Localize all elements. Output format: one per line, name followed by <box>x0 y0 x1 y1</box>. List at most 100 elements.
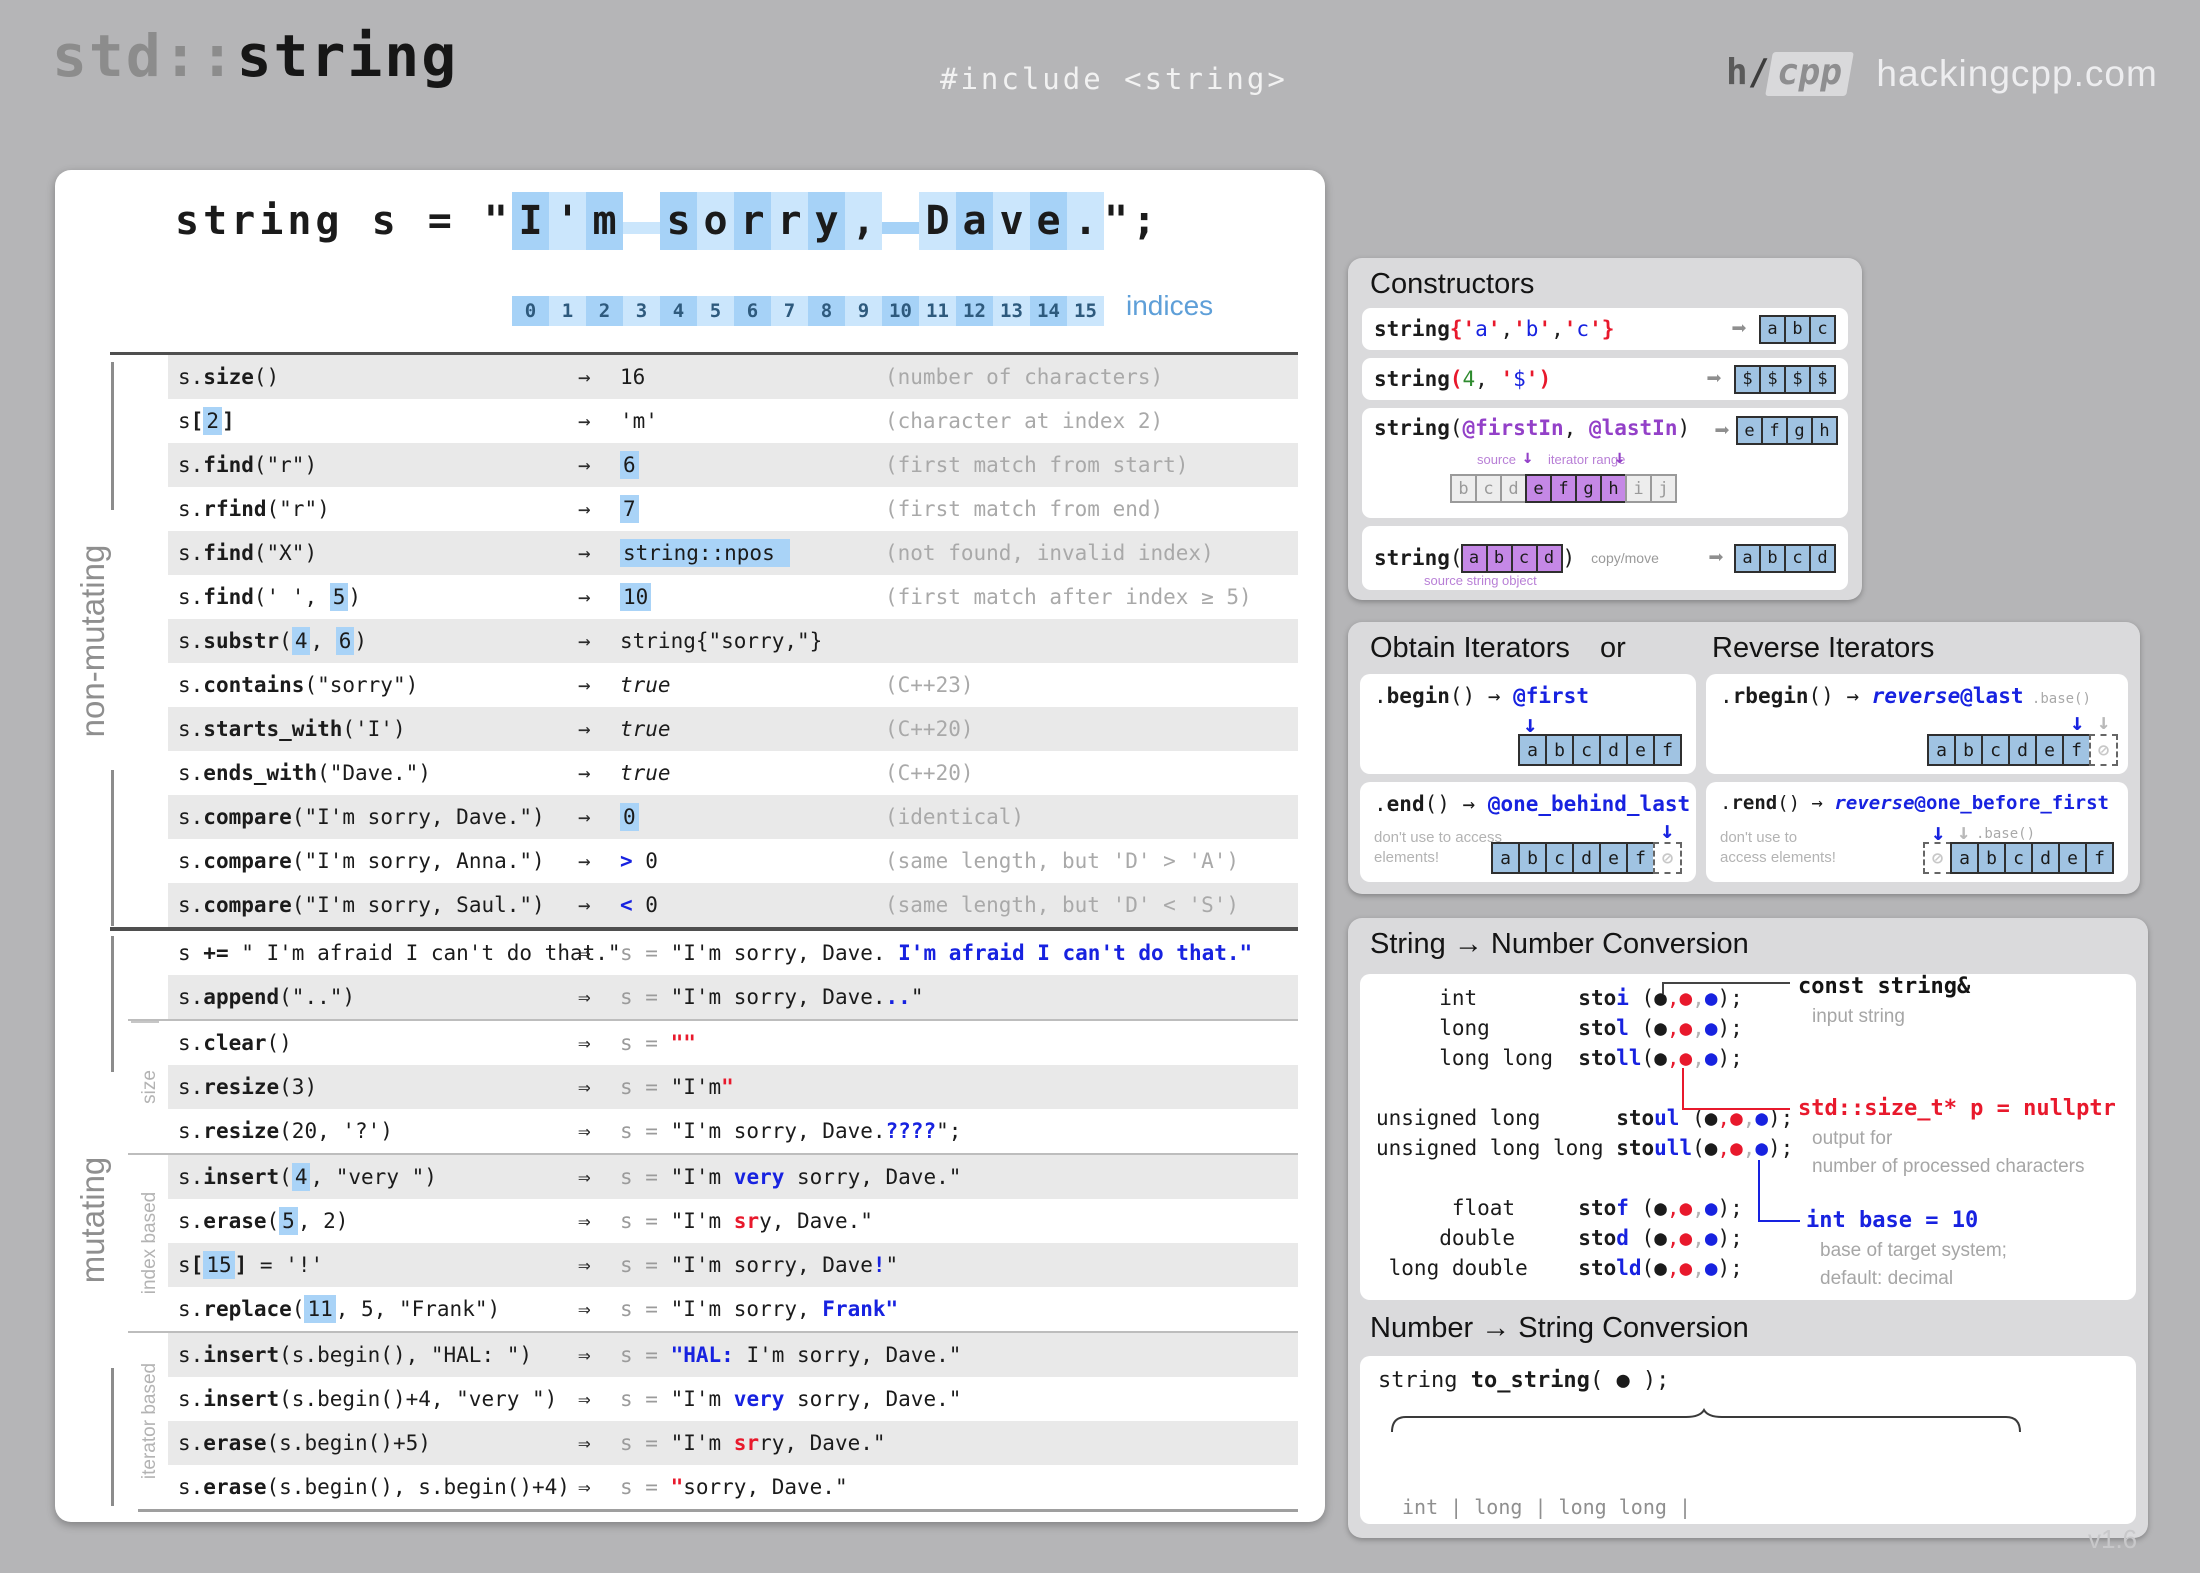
result-arrow-icon: ⇒ <box>578 1343 620 1367</box>
subsection-label-iterator-based: iterator based <box>139 1363 161 1479</box>
table-row: s.erase(s.begin()+5)⇒s = "I'm srry, Dave… <box>168 1421 1298 1465</box>
method-call: s.starts_with('I') <box>168 717 578 741</box>
decl-char-cell: v <box>993 192 1030 250</box>
rbegin-card: .rbegin() → reverse@last .base() ↓ ↓ abc… <box>1706 674 2128 774</box>
result-value: s = "I'm sorry, Dave!" <box>620 1253 1298 1277</box>
connector-line <box>1682 1068 1684 1110</box>
version-label: v1.6 <box>2088 1524 2137 1555</box>
result-value: 'm' <box>620 409 885 433</box>
result-arrow-icon: ⇒ <box>578 1431 620 1455</box>
method-call: s.insert(4, "very ") <box>168 1165 578 1189</box>
memory-cell: d <box>1536 544 1563 573</box>
rail-tick <box>131 1021 159 1023</box>
table-row: s.erase(s.begin(), s.begin()+4)⇒s = "sor… <box>168 1465 1298 1509</box>
index-cell: 4 <box>660 296 697 326</box>
connector-line <box>1682 1108 1790 1110</box>
to-string-code: string to_string( ● ); <box>1378 1368 1669 1393</box>
main-card: string s = "I'm sorry, Dave."; 012345678… <box>55 170 1325 1522</box>
comment: (character at index 2) <box>885 409 1298 433</box>
memory-cell: a <box>1759 315 1786 344</box>
result-arrow-icon: ⇒ <box>578 1075 620 1099</box>
methods-table: s.size()→16(number of characters)s[2]→'m… <box>168 352 1298 1512</box>
code-line: double stod (●,●,●); <box>1376 1226 1793 1256</box>
memory-cell: b <box>1977 842 2006 874</box>
result-arrow-icon: → <box>578 365 620 389</box>
result-cells: abc <box>1761 315 1836 344</box>
memory-cell: f <box>2062 734 2091 766</box>
table-row: s.insert(4, "very ")⇒s = "I'm very sorry… <box>168 1155 1298 1199</box>
hcpp-logo-icon: h/cpp <box>1726 52 1850 96</box>
result-value: 0 <box>620 805 885 829</box>
result-value: true <box>620 717 885 741</box>
method-call: s.replace(11, 5, "Frank") <box>168 1297 578 1321</box>
memory-cell: c <box>1475 474 1502 503</box>
memory-cell: a <box>1734 544 1761 573</box>
memory-cell: b <box>1486 544 1513 573</box>
begin-code: .begin() → @first <box>1374 684 1589 708</box>
constructor-row: string(@firstIn, @lastIn) ➡ efgh source … <box>1362 408 1848 518</box>
table-row: s += " I'm afraid I can't do that."⇒s = … <box>168 931 1298 975</box>
memory-cell: c <box>1545 842 1574 874</box>
base-arrow-icon: ↓ <box>1957 822 1970 844</box>
result-value: < 0 <box>620 893 885 917</box>
copy-move-note: copy/move <box>1591 550 1659 566</box>
memory-cell: h <box>1600 474 1627 503</box>
table-row: s.insert(s.begin(), "HAL: ")⇒s = "HAL: I… <box>168 1333 1298 1377</box>
site-link[interactable]: hackingcpp.com <box>1876 53 2157 95</box>
result-value: s = "I'm" <box>620 1075 1298 1099</box>
comment: (not found, invalid index) <box>885 541 1298 565</box>
memory-cell: f <box>2085 842 2114 874</box>
end-card: .end() → @one_behind_last don't use to a… <box>1360 782 1696 882</box>
base-code: int base = 10 <box>1806 1208 1978 1233</box>
memory-cell: f <box>1653 734 1682 766</box>
rail-line <box>111 1368 114 1506</box>
result-arrow-icon: ⇒ <box>578 985 620 1009</box>
table-row: s.compare("I'm sorry, Saul.")→< 0(same l… <box>168 883 1298 927</box>
result-value: s = "I'm srry, Dave." <box>620 1431 1298 1455</box>
table-row: s.ends_with("Dave.")→true(C++20) <box>168 751 1298 795</box>
memory-cell: f <box>1626 842 1655 874</box>
index-cell: 3 <box>623 296 660 326</box>
rail-line <box>111 770 114 926</box>
index-cell: 5 <box>697 296 734 326</box>
table-row: s.resize(3)⇒s = "I'm" <box>168 1065 1298 1109</box>
decl-char-cell: y <box>808 192 845 250</box>
number-to-string-title: Number → String Conversion <box>1370 1312 1749 1345</box>
table-row: s.replace(11, 5, "Frank")⇒s = "I'm sorry… <box>168 1287 1298 1331</box>
decl-char-cell: o <box>697 192 734 250</box>
table-row: s.find(' ', 5)→10(first match after inde… <box>168 575 1298 619</box>
memory-cell: c <box>1784 544 1811 573</box>
memory-cell: b <box>1450 474 1477 503</box>
memory-cell: b <box>1954 734 1983 766</box>
code-line: long long stoll(●,●,●); <box>1376 1046 1793 1076</box>
table-row: s.find("r")→6(first match from start) <box>168 443 1298 487</box>
memory-cell: f <box>1761 416 1788 445</box>
result-arrow-icon: → <box>578 629 620 653</box>
result-arrow-icon: ➡ <box>1714 418 1730 444</box>
constructor-code: string( <box>1374 546 1463 570</box>
result-value: 7 <box>620 497 885 521</box>
result-value: s = "HAL: I'm sorry, Dave." <box>620 1343 1298 1367</box>
comment: (first match from end) <box>885 497 1298 521</box>
memory-cell: d <box>1500 474 1527 503</box>
comment: (first match after index ≥ 5) <box>885 585 1298 609</box>
memory-cell: $ <box>1734 365 1761 394</box>
result-arrow-icon: ⇒ <box>578 941 620 965</box>
connector-line <box>1758 1220 1800 1222</box>
code-line <box>1376 1166 1793 1196</box>
decl-char-cell: r <box>771 192 808 250</box>
result-arrow-icon: → <box>578 585 620 609</box>
memory-cell: a <box>1950 842 1979 874</box>
indices-label: indices <box>1126 290 1213 321</box>
result-arrow-icon: ➡ <box>1706 366 1722 392</box>
memory-cell: $ <box>1809 365 1836 394</box>
decl-char-cell <box>623 222 660 234</box>
memory-cell: d <box>1809 544 1836 573</box>
table-row: s.clear()⇒s = "" <box>168 1021 1298 1065</box>
table-row: s.insert(s.begin()+4, "very ")⇒s = "I'm … <box>168 1377 1298 1421</box>
reverse-iterators-title: Reverse Iterators <box>1712 632 1934 665</box>
method-call: s.clear() <box>168 1031 578 1055</box>
memory-cell: d <box>2008 734 2037 766</box>
memory-cell: $ <box>1784 365 1811 394</box>
method-call: s.erase(s.begin()+5) <box>168 1431 578 1455</box>
